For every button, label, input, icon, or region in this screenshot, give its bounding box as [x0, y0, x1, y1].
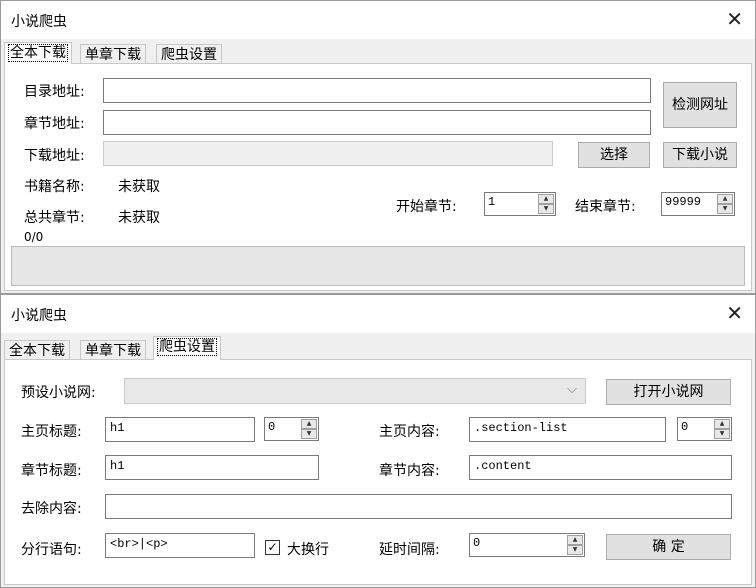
remove-content-input[interactable] [105, 494, 732, 519]
spin-down-arrow-icon[interactable]: ▼ [714, 429, 730, 439]
spin-arrows: ▲ ▼ [301, 419, 317, 439]
window-title: 小说爬虫 [11, 14, 67, 30]
spin-down-arrow-icon[interactable]: ▼ [538, 204, 554, 214]
confirm-button[interactable]: 确 定 [606, 534, 731, 560]
end-chapter-value: 99999 [665, 195, 702, 209]
preset-site-label: 预设小说网: [21, 385, 96, 401]
tab-label: 爬虫设置 [157, 338, 217, 356]
spin-arrows: ▲ ▼ [538, 194, 554, 214]
home-content-index-spinbox[interactable]: 0 ▲ ▼ [677, 417, 732, 441]
catalog-url-input[interactable] [103, 78, 651, 103]
spin-arrows: ▲ ▼ [567, 535, 583, 555]
line-break-input[interactable]: <br>|<p> [105, 533, 255, 558]
tab-single-chapter[interactable]: 单章下载 [80, 44, 146, 64]
delay-spinbox[interactable]: 0 ▲ ▼ [469, 533, 585, 557]
spin-down-arrow-icon[interactable]: ▼ [301, 429, 317, 439]
line-break-label: 分行语句: [21, 542, 82, 558]
start-chapter-label: 开始章节: [396, 199, 457, 215]
home-content-input[interactable]: .section-list [469, 417, 666, 442]
chapter-title-label: 章节标题: [21, 463, 82, 479]
title-bar: 小说爬虫 ✕ [1, 295, 755, 333]
home-title-index-spinbox[interactable]: 0 ▲ ▼ [264, 417, 319, 441]
check-icon: ✓ [267, 540, 278, 554]
big-break-label: 大换行 [287, 542, 329, 558]
novel-crawler-window-settings: 小说爬虫 ✕ 全本下载 单章下载 爬虫设置 预设小说网: ⌵ 打开小说网 主页标… [0, 294, 756, 588]
spin-up-arrow-icon[interactable]: ▲ [301, 419, 317, 429]
preset-site-select[interactable]: ⌵ [124, 378, 586, 404]
window-title: 小说爬虫 [11, 308, 67, 324]
download-progress-bar [11, 246, 745, 286]
delay-value: 0 [473, 536, 481, 550]
home-title-index-value: 0 [268, 420, 276, 434]
tab-full-download[interactable]: 全本下载 [4, 340, 70, 360]
tab-label: 单章下载 [85, 47, 141, 63]
chapter-content-input[interactable]: .content [469, 455, 732, 480]
spin-down-arrow-icon[interactable]: ▼ [717, 204, 733, 214]
download-novel-button[interactable]: 下载小说 [663, 142, 737, 168]
book-name-value: 未获取 [118, 179, 160, 195]
spin-up-arrow-icon[interactable]: ▲ [714, 419, 730, 429]
close-icon[interactable]: ✕ [726, 7, 743, 31]
progress-text: 0/0 [24, 230, 44, 244]
spin-arrows: ▲ ▼ [717, 194, 733, 214]
chapter-url-input[interactable] [103, 110, 651, 135]
tab-full-download[interactable]: 全本下载 [4, 42, 72, 64]
detect-url-button[interactable]: 检测网址 [663, 82, 737, 128]
total-chapters-value: 未获取 [118, 210, 160, 226]
chapter-url-label: 章节地址: [24, 116, 85, 132]
end-chapter-spinbox[interactable]: 99999 ▲ ▼ [661, 192, 735, 216]
start-chapter-spinbox[interactable]: 1 ▲ ▼ [484, 192, 556, 216]
book-name-label: 书籍名称: [24, 179, 85, 195]
close-icon[interactable]: ✕ [726, 301, 743, 325]
chapter-content-label: 章节内容: [379, 463, 440, 479]
home-content-label: 主页内容: [379, 424, 440, 440]
tab-label: 全本下载 [9, 343, 65, 359]
spin-up-arrow-icon[interactable]: ▲ [567, 535, 583, 545]
title-bar: 小说爬虫 ✕ [1, 1, 755, 39]
tab-crawler-settings[interactable]: 爬虫设置 [153, 336, 221, 360]
tab-label: 单章下载 [85, 343, 141, 359]
download-path-input[interactable] [103, 141, 553, 166]
chapter-title-input[interactable]: h1 [105, 455, 319, 480]
total-chapters-label: 总共章节: [24, 210, 85, 226]
spin-arrows: ▲ ▼ [714, 419, 730, 439]
chevron-down-icon: ⌵ [567, 382, 577, 397]
tab-crawler-settings[interactable]: 爬虫设置 [156, 44, 222, 64]
home-content-index-value: 0 [681, 420, 689, 434]
catalog-url-label: 目录地址: [24, 84, 85, 100]
end-chapter-label: 结束章节: [575, 199, 636, 215]
spin-down-arrow-icon[interactable]: ▼ [567, 545, 583, 555]
home-title-label: 主页标题: [21, 424, 82, 440]
remove-content-label: 去除内容: [21, 501, 82, 517]
big-break-checkbox[interactable]: ✓ [265, 540, 280, 555]
choose-path-button[interactable]: 选择 [578, 142, 650, 168]
tab-label: 全本下载 [8, 44, 68, 62]
spin-up-arrow-icon[interactable]: ▲ [538, 194, 554, 204]
start-chapter-value: 1 [488, 195, 496, 209]
open-novel-site-button[interactable]: 打开小说网 [606, 379, 731, 405]
home-title-input[interactable]: h1 [105, 417, 255, 442]
delay-label: 延时间隔: [379, 542, 440, 558]
novel-crawler-window-full-download: 小说爬虫 ✕ 全本下载 单章下载 爬虫设置 目录地址: 章节地址: 检测网址 下… [0, 0, 756, 294]
spin-up-arrow-icon[interactable]: ▲ [717, 194, 733, 204]
tab-label: 爬虫设置 [161, 47, 217, 63]
tab-single-chapter[interactable]: 单章下载 [80, 340, 146, 360]
download-path-label: 下载地址: [24, 148, 85, 164]
